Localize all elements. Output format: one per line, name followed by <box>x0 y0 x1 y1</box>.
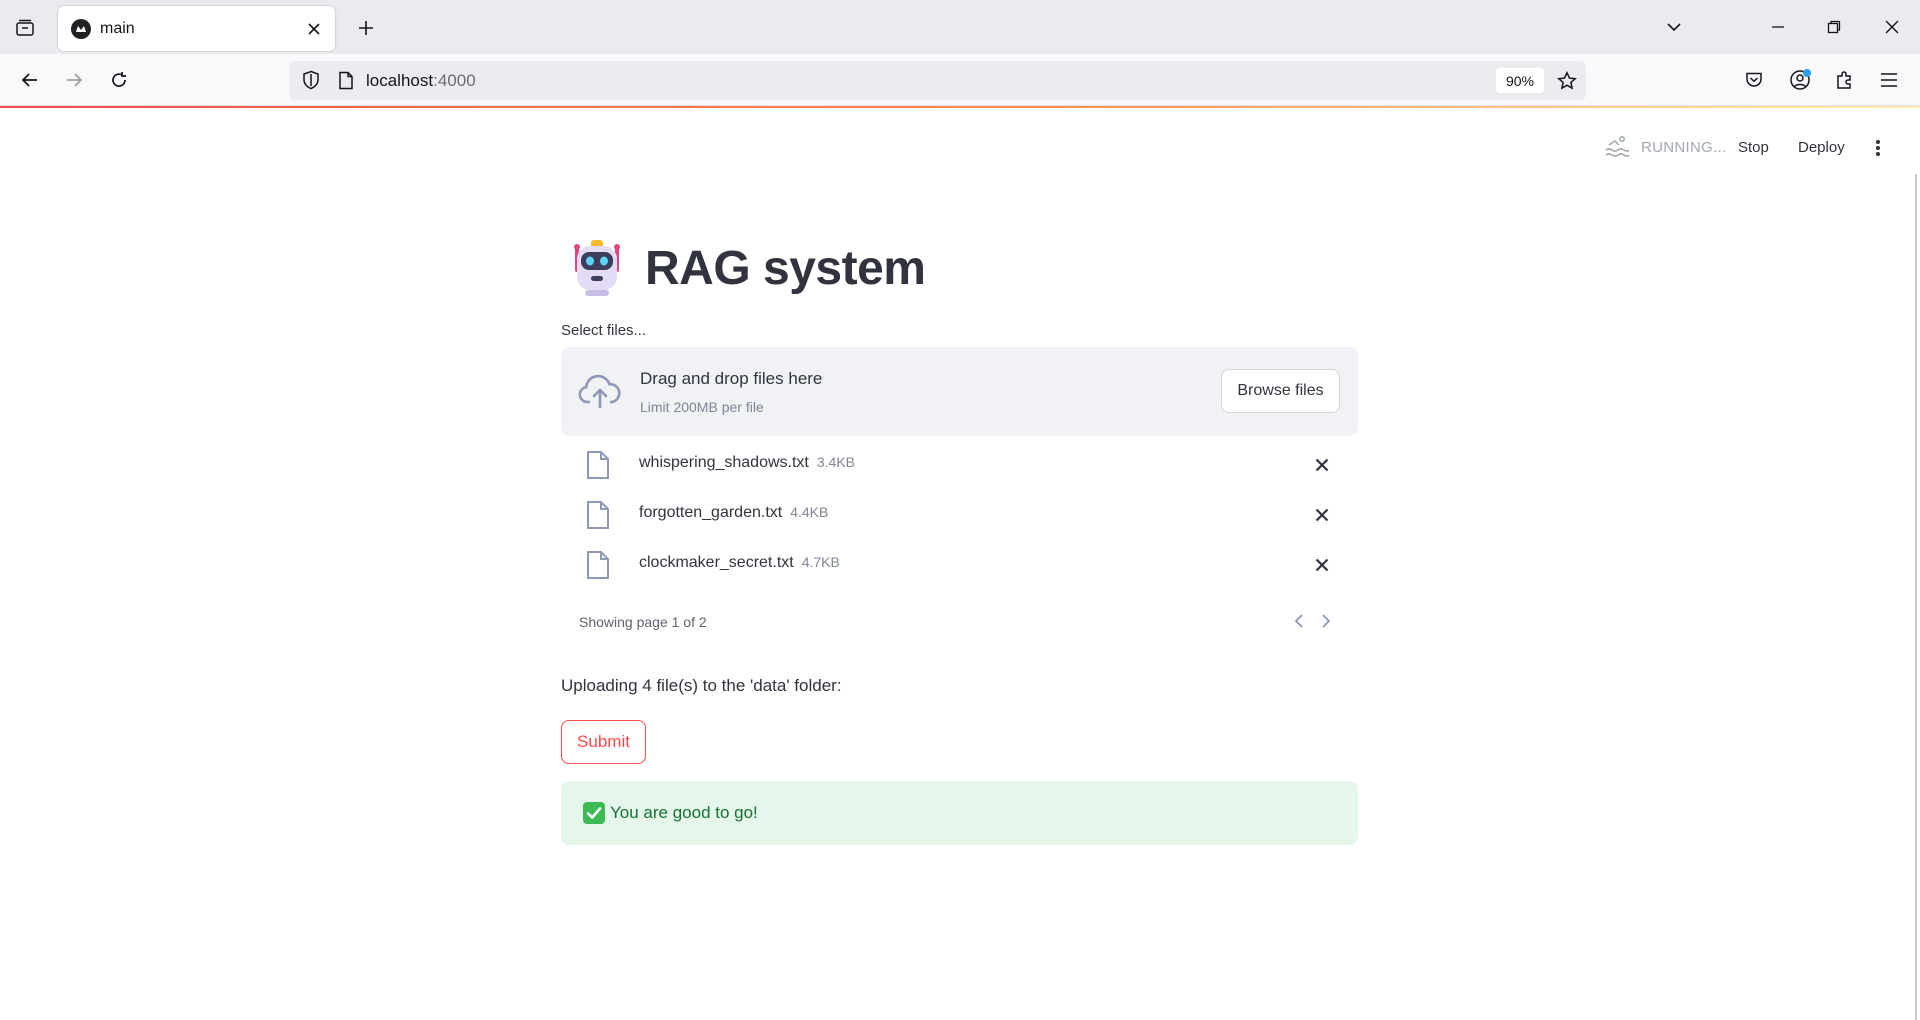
url-text[interactable]: localhost:4000 <box>366 71 476 91</box>
uploaded-file-row: clockmaker_secret.txt 4.7KB <box>561 544 1358 584</box>
extensions-puzzle-icon[interactable] <box>1828 63 1862 97</box>
url-port: :4000 <box>433 71 476 90</box>
uploaded-file-row: whispering_shadows.txt 3.4KB <box>561 444 1358 484</box>
file-name: clockmaker_secret.txt <box>639 554 794 571</box>
robot-emoji-icon <box>574 240 620 296</box>
file-name: whispering_shadows.txt <box>639 454 809 471</box>
file-name: forgotten_garden.txt <box>639 504 783 521</box>
tracking-shield-icon[interactable] <box>299 68 323 92</box>
check-mark-icon <box>583 802 605 824</box>
main-menu-kebab-icon[interactable] <box>1864 134 1892 162</box>
remove-file-close-icon[interactable] <box>1311 454 1333 476</box>
url-host: localhost <box>366 71 434 90</box>
uploaded-file-row: forgotten_garden.txt 4.4KB <box>561 494 1358 534</box>
address-bar[interactable]: localhost:4000 90% <box>289 61 1586 100</box>
file-name-text: clockmaker_secret.txt 4.7KB <box>639 554 840 572</box>
running-status: RUNNING... <box>1641 139 1727 156</box>
running-swimmer-icon <box>1604 133 1630 159</box>
account-icon[interactable] <box>1783 63 1817 97</box>
browse-files-button[interactable]: Browse files <box>1221 369 1340 413</box>
dropzone-title: Drag and drop files here <box>640 369 823 388</box>
bookmark-star-icon[interactable] <box>1554 68 1580 94</box>
file-size: 4.4KB <box>790 504 829 520</box>
file-icon <box>587 551 609 579</box>
zoom-level-badge[interactable]: 90% <box>1496 68 1544 93</box>
minimize-icon[interactable] <box>1758 8 1798 46</box>
list-all-tabs-chevron-icon[interactable] <box>1654 8 1694 46</box>
file-name-text: forgotten_garden.txt 4.4KB <box>639 504 828 522</box>
new-tab-plus-icon[interactable] <box>349 11 383 45</box>
browser-tab-strip: main <box>0 0 1920 54</box>
browser-navigation-bar: localhost:4000 90% <box>0 54 1920 106</box>
file-size: 4.7KB <box>801 554 840 570</box>
upload-info-text: Uploading 4 file(s) to the 'data' folder… <box>561 676 842 695</box>
app-header: RUNNING... Stop Deploy <box>0 108 1920 188</box>
notification-dot <box>1803 69 1811 77</box>
forward-arrow-icon[interactable] <box>56 62 92 98</box>
page-title: RAG system <box>645 241 926 295</box>
file-dropzone[interactable]: Drag and drop files here Limit 200MB per… <box>561 347 1358 436</box>
reload-icon[interactable] <box>101 62 137 98</box>
file-icon <box>587 451 609 479</box>
submit-button[interactable]: Submit <box>561 720 646 764</box>
pagination-text: Showing page 1 of 2 <box>579 614 707 630</box>
dropzone-limit: Limit 200MB per file <box>640 399 764 415</box>
streamlit-favicon-icon <box>71 18 91 39</box>
tab-title: main <box>100 19 135 37</box>
file-name-text: whispering_shadows.txt 3.4KB <box>639 454 855 472</box>
next-page-chevron-icon[interactable] <box>1315 610 1337 632</box>
stop-button[interactable]: Stop <box>1732 131 1775 163</box>
page-info-icon[interactable] <box>334 68 358 92</box>
deploy-button[interactable]: Deploy <box>1792 131 1851 163</box>
file-size: 3.4KB <box>816 454 856 470</box>
file-icon <box>587 501 609 529</box>
close-window-icon[interactable] <box>1872 8 1912 46</box>
title-row: RAG system <box>561 230 1358 306</box>
pocket-icon[interactable] <box>1737 63 1771 97</box>
back-arrow-icon[interactable] <box>12 62 48 98</box>
success-alert: You are good to go! <box>561 781 1358 845</box>
remove-file-close-icon[interactable] <box>1311 554 1333 576</box>
restore-icon[interactable] <box>1814 8 1854 46</box>
page-scrollbar[interactable] <box>1915 174 1917 1020</box>
tab-list-icon[interactable] <box>8 11 42 45</box>
tab-close-icon[interactable] <box>303 18 325 40</box>
success-message: You are good to go! <box>610 803 758 822</box>
cloud-upload-icon <box>578 374 621 409</box>
remove-file-close-icon[interactable] <box>1311 504 1333 526</box>
main-content: RAG system Select files... Drag and drop… <box>561 230 1358 845</box>
browser-tab[interactable]: main <box>58 6 335 51</box>
hamburger-menu-icon[interactable] <box>1872 63 1906 97</box>
file-uploader-label: Select files... <box>561 322 647 339</box>
previous-page-chevron-icon[interactable] <box>1288 610 1310 632</box>
